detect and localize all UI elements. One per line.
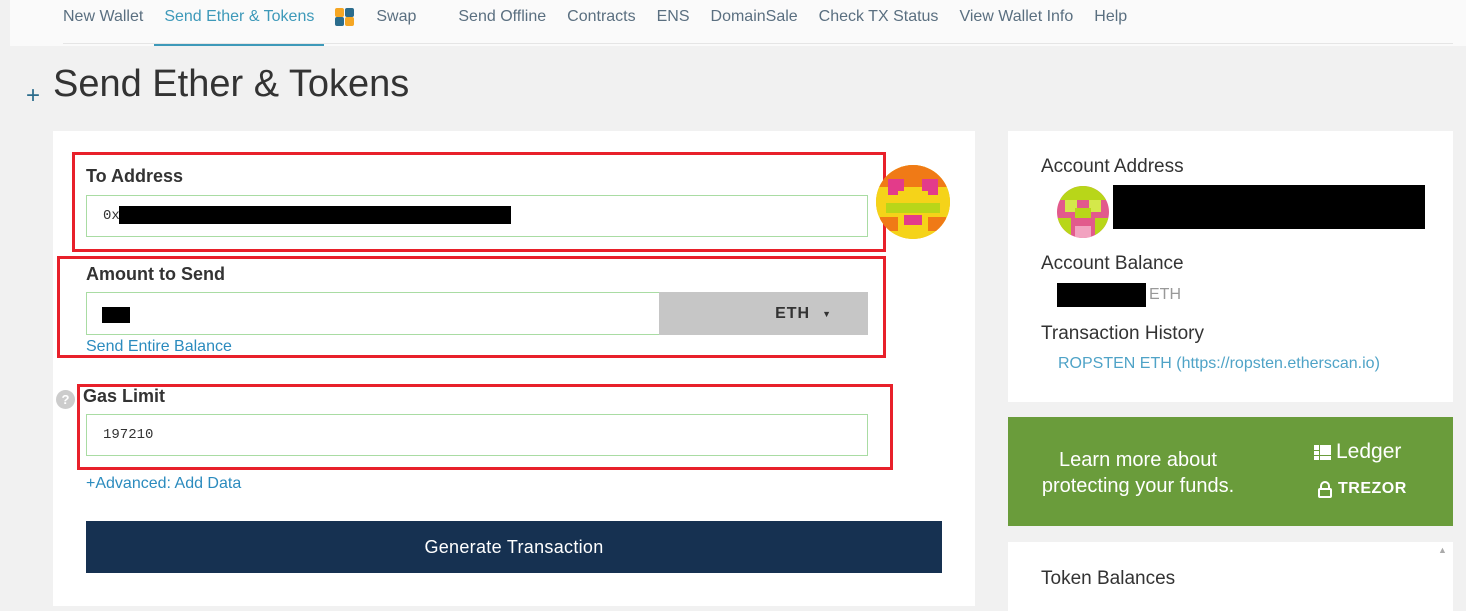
swap-icon bbox=[335, 8, 355, 26]
lock-icon bbox=[1318, 480, 1332, 498]
help-icon[interactable]: ? bbox=[56, 390, 75, 409]
currency-dropdown[interactable]: ETH ▼ bbox=[659, 292, 868, 335]
trezor-logo: TREZOR bbox=[1318, 480, 1407, 498]
account-identicon bbox=[1057, 186, 1109, 238]
generate-transaction-button[interactable]: Generate Transaction bbox=[86, 521, 942, 573]
redacted-amount bbox=[102, 307, 130, 323]
redacted-account-address bbox=[1113, 185, 1425, 229]
send-entire-balance-link[interactable]: Send Entire Balance bbox=[86, 338, 232, 356]
account-balance-label: Account Balance bbox=[1041, 253, 1184, 274]
top-nav-bar: New Wallet Send Ether & Tokens Swap Send… bbox=[10, 0, 1466, 46]
amount-label: Amount to Send bbox=[86, 264, 225, 284]
trezor-label: TREZOR bbox=[1338, 480, 1407, 497]
transaction-history-label: Transaction History bbox=[1041, 323, 1204, 344]
nav-divider bbox=[63, 43, 1453, 44]
nav-contracts[interactable]: Contracts bbox=[567, 8, 635, 26]
nav-send-offline[interactable]: Send Offline bbox=[458, 8, 546, 26]
nav-ens[interactable]: ENS bbox=[657, 8, 690, 26]
nav-swap-label: Swap bbox=[376, 8, 417, 25]
to-address-value: 0x bbox=[103, 208, 120, 224]
gas-limit-label: Gas Limit bbox=[83, 386, 166, 406]
chevron-down-icon: ▼ bbox=[822, 308, 832, 319]
redacted-address bbox=[119, 206, 511, 224]
redacted-balance bbox=[1057, 283, 1146, 307]
scroll-up-arrow-icon[interactable]: ▲ bbox=[1438, 545, 1447, 555]
advanced-add-data-link[interactable]: +Advanced: Add Data bbox=[86, 475, 241, 493]
nav-check-tx-status[interactable]: Check TX Status bbox=[819, 8, 939, 26]
recipient-identicon bbox=[876, 165, 950, 239]
nav-help[interactable]: Help bbox=[1094, 8, 1127, 26]
page-title: Send Ether & Tokens bbox=[53, 63, 410, 105]
token-balances-heading: Token Balances bbox=[1041, 568, 1176, 589]
gas-limit-input[interactable]: 197210 bbox=[86, 414, 868, 456]
balance-unit: ETH bbox=[1149, 286, 1181, 303]
promo-text: Learn more about protecting your funds. bbox=[1041, 449, 1235, 497]
nav-domainsale[interactable]: DomainSale bbox=[711, 8, 798, 26]
main-nav: New Wallet Send Ether & Tokens Swap Send… bbox=[63, 8, 1148, 46]
collapse-plus-icon[interactable]: + bbox=[26, 82, 40, 110]
gas-limit-value: 197210 bbox=[103, 427, 154, 443]
amount-input[interactable] bbox=[86, 292, 660, 335]
nav-swap[interactable]: Swap bbox=[335, 8, 437, 26]
ledger-icon bbox=[1314, 444, 1331, 460]
nav-view-wallet-info[interactable]: View Wallet Info bbox=[959, 8, 1073, 26]
nav-send-ether-tokens[interactable]: Send Ether & Tokens bbox=[154, 8, 325, 46]
ledger-label: Ledger bbox=[1336, 440, 1402, 463]
currency-value: ETH bbox=[775, 304, 811, 322]
nav-new-wallet[interactable]: New Wallet bbox=[63, 8, 143, 26]
ledger-logo: Ledger bbox=[1314, 440, 1401, 464]
etherscan-link[interactable]: ROPSTEN ETH (https://ropsten.etherscan.i… bbox=[1058, 355, 1380, 373]
account-address-label: Account Address bbox=[1041, 156, 1184, 177]
to-address-label: To Address bbox=[86, 166, 184, 186]
